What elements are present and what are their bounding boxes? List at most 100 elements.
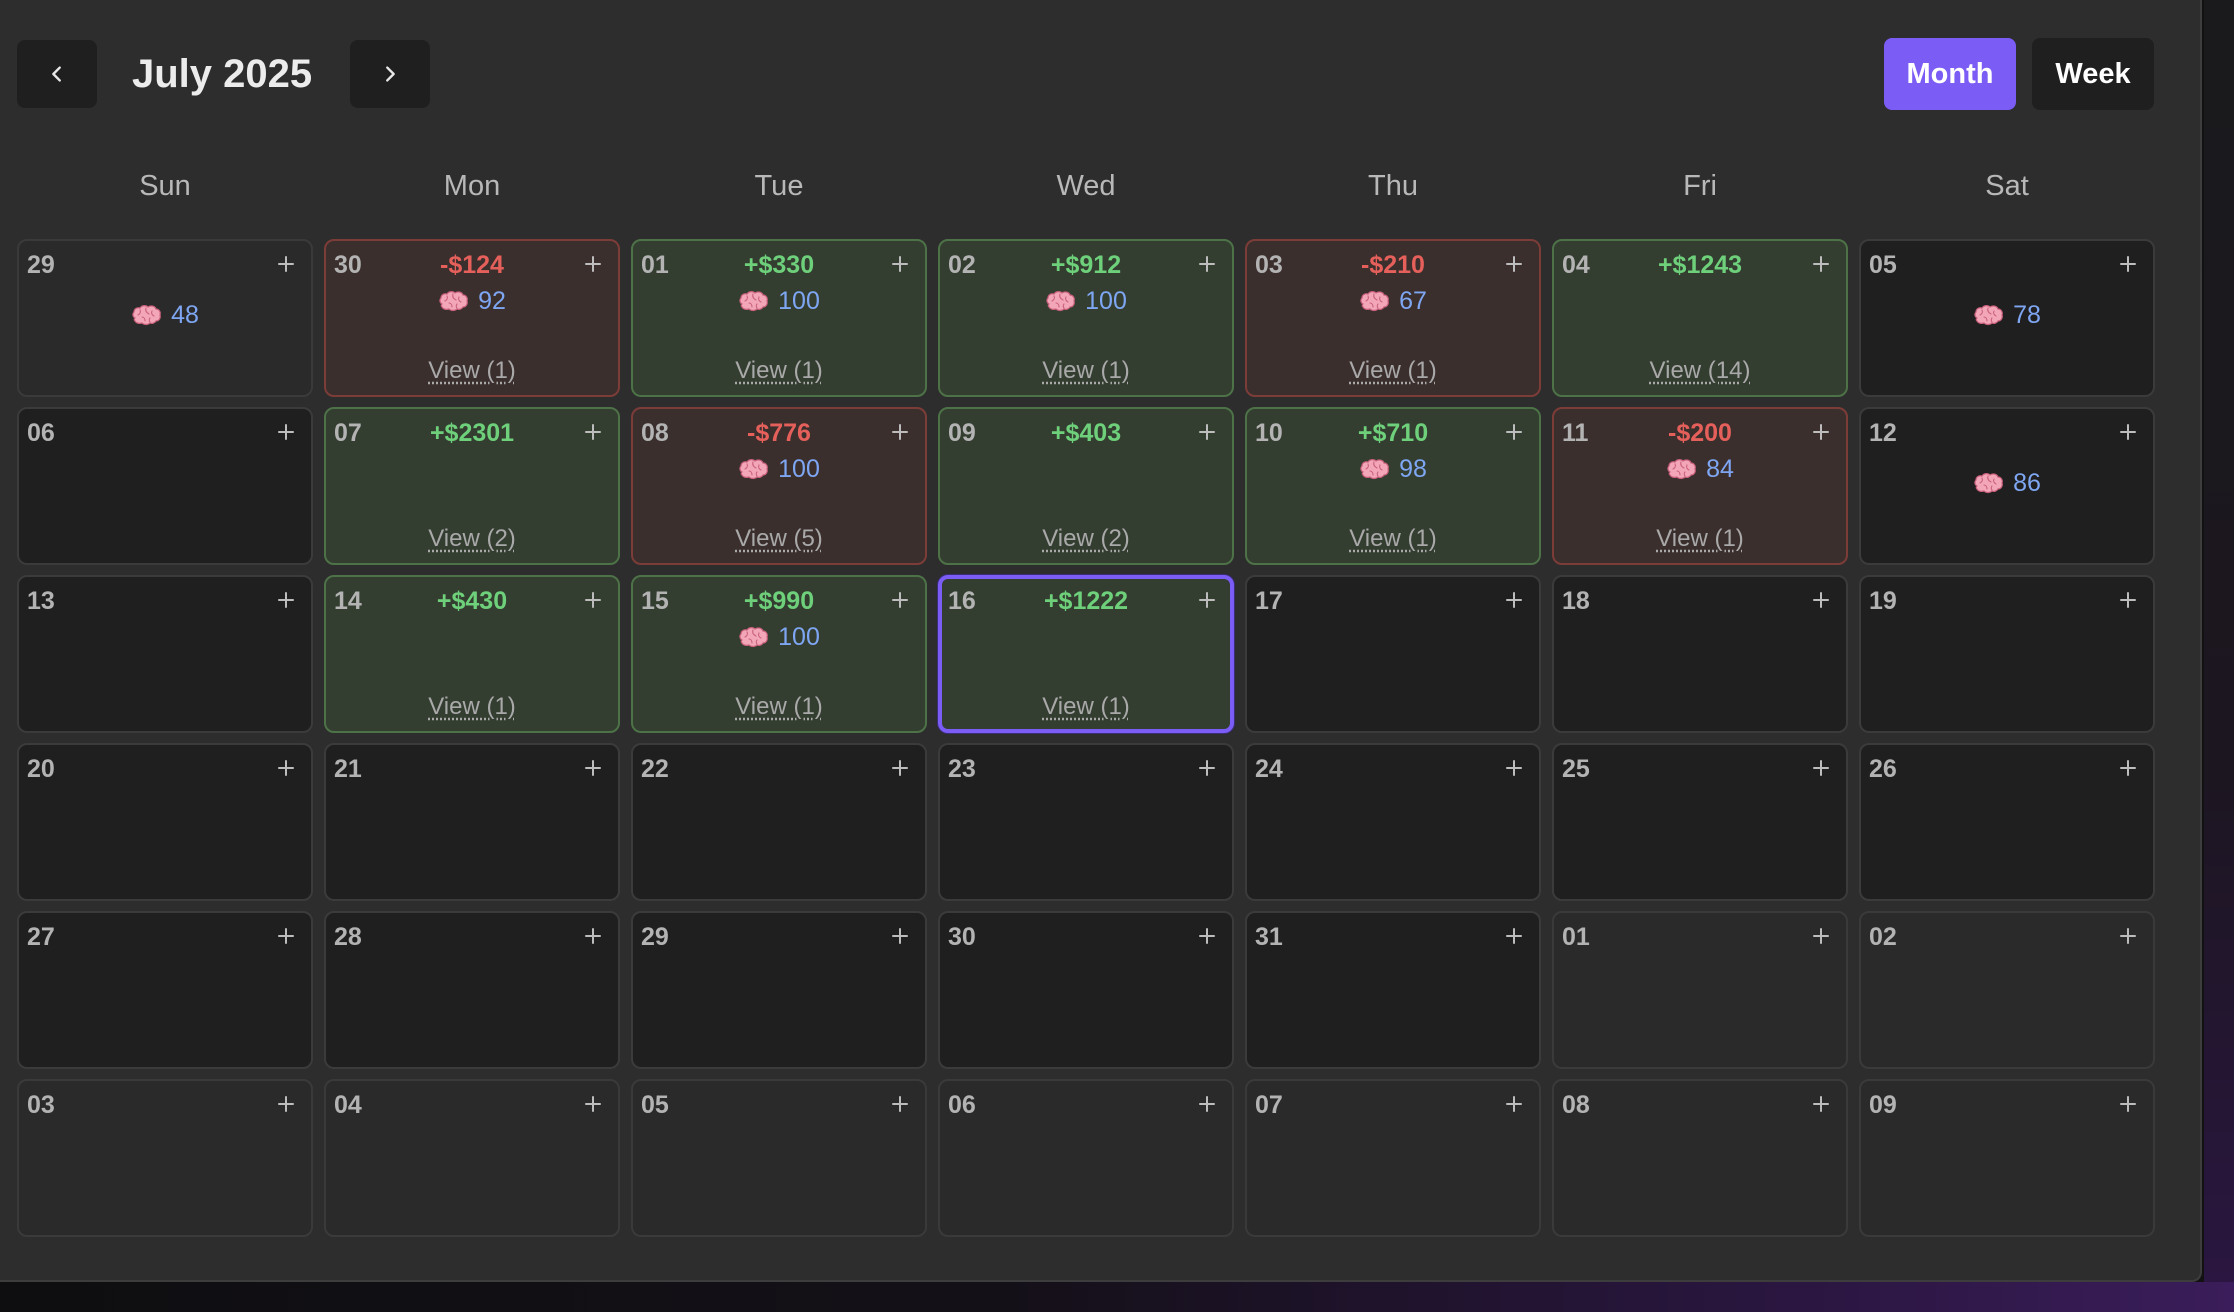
day-cell[interactable]: 29 48 <box>17 239 313 397</box>
mood-score: 100 <box>633 455 925 484</box>
add-entry-button[interactable] <box>1499 1089 1529 1119</box>
brain-icon <box>439 290 468 311</box>
day-cell[interactable]: 21 <box>324 743 620 901</box>
day-cell[interactable]: 28 <box>324 911 620 1069</box>
day-cell[interactable]: 22 <box>631 743 927 901</box>
day-cell-today[interactable]: 16 +$1222 View (1) <box>938 575 1234 733</box>
day-cell[interactable]: 01 <box>1552 911 1848 1069</box>
day-cell[interactable]: 09 <box>1859 1079 2155 1237</box>
add-entry-button[interactable] <box>578 1089 608 1119</box>
view-trades-link[interactable]: View (1) <box>633 693 925 721</box>
add-entry-button[interactable] <box>885 921 915 951</box>
day-cell[interactable]: 12 86 <box>1859 407 2155 565</box>
add-entry-button[interactable] <box>2113 1089 2143 1119</box>
day-cell[interactable]: 14 +$430 View (1) <box>324 575 620 733</box>
day-cell[interactable]: 02 +$912 100 View (1) <box>938 239 1234 397</box>
day-cell[interactable]: 15 +$990 100 View (1) <box>631 575 927 733</box>
add-entry-button[interactable] <box>2113 753 2143 783</box>
day-cell[interactable]: 08 -$776 100 View (5) <box>631 407 927 565</box>
view-trades-link[interactable]: View (1) <box>1247 357 1539 385</box>
view-trades-link[interactable]: View (1) <box>940 357 1232 385</box>
add-entry-button[interactable] <box>2113 417 2143 447</box>
add-entry-button[interactable] <box>1192 921 1222 951</box>
day-cell[interactable]: 08 <box>1552 1079 1848 1237</box>
daily-pnl: +$912 <box>1050 251 1122 279</box>
add-entry-button[interactable] <box>271 417 301 447</box>
day-cell[interactable]: 04 <box>324 1079 620 1237</box>
mood-score-value: 100 <box>778 623 820 651</box>
mood-score-value: 86 <box>2013 469 2041 497</box>
day-cell[interactable]: 17 <box>1245 575 1541 733</box>
view-trades-link[interactable]: View (1) <box>633 357 925 385</box>
day-cell[interactable]: 19 <box>1859 575 2155 733</box>
add-entry-button[interactable] <box>2113 249 2143 279</box>
add-entry-button[interactable] <box>1806 585 1836 615</box>
view-trades-link[interactable]: View (1) <box>326 357 618 385</box>
day-cell[interactable]: 05 78 <box>1859 239 2155 397</box>
brain-icon <box>1974 304 2003 325</box>
day-cell[interactable]: 30 -$124 92 View (1) <box>324 239 620 397</box>
add-entry-button[interactable] <box>1192 1089 1222 1119</box>
view-trades-link[interactable]: View (5) <box>633 525 925 553</box>
plus-icon <box>1813 928 1829 944</box>
day-cell[interactable]: 03 -$210 67 View (1) <box>1245 239 1541 397</box>
day-cell[interactable]: 10 +$710 98 View (1) <box>1245 407 1541 565</box>
day-cell[interactable]: 23 <box>938 743 1234 901</box>
add-entry-button[interactable] <box>271 753 301 783</box>
view-trades-link[interactable]: View (2) <box>940 525 1232 553</box>
add-entry-button[interactable] <box>1806 753 1836 783</box>
day-cell[interactable]: 07 <box>1245 1079 1541 1237</box>
day-cell[interactable]: 06 <box>938 1079 1234 1237</box>
day-cell[interactable]: 20 <box>17 743 313 901</box>
week-view-button[interactable]: Week <box>2032 38 2154 110</box>
add-entry-button[interactable] <box>271 921 301 951</box>
day-number: 09 <box>1869 1091 1897 1119</box>
day-cell[interactable]: 02 <box>1859 911 2155 1069</box>
add-entry-button[interactable] <box>1806 921 1836 951</box>
day-cell[interactable]: 31 <box>1245 911 1541 1069</box>
day-number: 22 <box>641 755 669 783</box>
add-entry-button[interactable] <box>1499 921 1529 951</box>
add-entry-button[interactable] <box>271 1089 301 1119</box>
view-trades-link[interactable]: View (2) <box>326 525 618 553</box>
plus-icon <box>2120 592 2136 608</box>
next-month-button[interactable] <box>350 40 430 108</box>
day-cell[interactable]: 13 <box>17 575 313 733</box>
add-entry-button[interactable] <box>1806 1089 1836 1119</box>
add-entry-button[interactable] <box>2113 921 2143 951</box>
view-trades-link[interactable]: View (1) <box>942 693 1230 721</box>
day-cell[interactable]: 01 +$330 100 View (1) <box>631 239 927 397</box>
day-cell[interactable]: 09 +$403 View (2) <box>938 407 1234 565</box>
day-cell[interactable]: 11 -$200 84 View (1) <box>1552 407 1848 565</box>
previous-month-button[interactable] <box>17 40 97 108</box>
add-entry-button[interactable] <box>885 753 915 783</box>
add-entry-button[interactable] <box>885 1089 915 1119</box>
day-number: 19 <box>1869 587 1897 615</box>
view-trades-link[interactable]: View (1) <box>326 693 618 721</box>
add-entry-button[interactable] <box>1192 753 1222 783</box>
add-entry-button[interactable] <box>578 921 608 951</box>
view-trades-link[interactable]: View (1) <box>1247 525 1539 553</box>
view-trades-link[interactable]: View (1) <box>1554 525 1846 553</box>
day-cell[interactable]: 29 <box>631 911 927 1069</box>
day-number: 21 <box>334 755 362 783</box>
add-entry-button[interactable] <box>271 249 301 279</box>
add-entry-button[interactable] <box>2113 585 2143 615</box>
add-entry-button[interactable] <box>1499 753 1529 783</box>
day-cell[interactable]: 24 <box>1245 743 1541 901</box>
day-cell[interactable]: 18 <box>1552 575 1848 733</box>
add-entry-button[interactable] <box>271 585 301 615</box>
day-cell[interactable]: 04 +$1243 View (14) <box>1552 239 1848 397</box>
add-entry-button[interactable] <box>1499 585 1529 615</box>
day-cell[interactable]: 07 +$2301 View (2) <box>324 407 620 565</box>
day-cell[interactable]: 05 <box>631 1079 927 1237</box>
day-cell[interactable]: 30 <box>938 911 1234 1069</box>
add-entry-button[interactable] <box>578 753 608 783</box>
day-cell[interactable]: 03 <box>17 1079 313 1237</box>
day-cell[interactable]: 06 <box>17 407 313 565</box>
month-view-button[interactable]: Month <box>1884 38 2016 110</box>
day-cell[interactable]: 27 <box>17 911 313 1069</box>
day-cell[interactable]: 26 <box>1859 743 2155 901</box>
view-trades-link[interactable]: View (14) <box>1554 357 1846 385</box>
day-cell[interactable]: 25 <box>1552 743 1848 901</box>
